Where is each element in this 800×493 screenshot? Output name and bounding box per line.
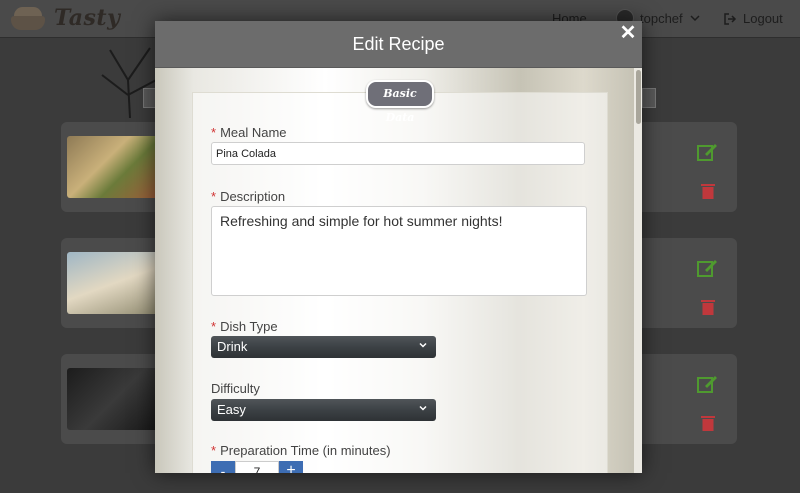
required-marker: * xyxy=(211,189,217,204)
logout-icon xyxy=(724,12,737,25)
prep-time-stepper: - 7 + xyxy=(211,461,303,473)
meal-name-label: * Meal Name xyxy=(211,125,287,140)
recipe-thumbnail xyxy=(67,252,163,314)
edit-icon[interactable] xyxy=(697,258,719,278)
trash-icon[interactable] xyxy=(700,414,716,432)
description-label: * Description xyxy=(211,189,286,204)
pot-icon xyxy=(8,4,48,32)
chevron-down-icon xyxy=(419,342,427,348)
logout-link[interactable]: Logout xyxy=(724,11,783,26)
required-marker: * xyxy=(211,443,217,458)
trash-icon[interactable] xyxy=(700,298,716,316)
user-name: topchef xyxy=(640,10,683,26)
decrement-button[interactable]: - xyxy=(211,461,235,473)
chevron-down-icon xyxy=(419,405,427,411)
modal-title: Edit Recipe xyxy=(352,34,445,54)
prep-time-label: * Preparation Time (in minutes) xyxy=(211,443,391,458)
dish-type-value: Drink xyxy=(217,339,248,354)
scrollbar-thumb[interactable] xyxy=(636,70,641,124)
modal-header: Edit Recipe ✕ xyxy=(155,21,642,68)
edit-icon[interactable] xyxy=(697,142,719,162)
edit-recipe-modal: Edit Recipe ✕ Basic Data * Meal Name Pina… xyxy=(155,21,642,473)
difficulty-label: Difficulty xyxy=(211,381,260,396)
search-box-right-edge xyxy=(642,88,656,108)
section-badge: Basic Data xyxy=(366,80,434,124)
modal-scrollbar[interactable] xyxy=(634,68,642,473)
logout-label: Logout xyxy=(743,11,783,26)
difficulty-value: Easy xyxy=(217,402,246,417)
required-marker: * xyxy=(211,319,217,334)
recipe-thumbnail xyxy=(67,136,163,198)
chevron-down-icon xyxy=(690,15,700,22)
brand-logo[interactable]: Tasty xyxy=(8,2,120,34)
dish-type-select[interactable]: Drink xyxy=(211,336,436,358)
recipe-thumbnail xyxy=(67,368,163,430)
prep-time-input[interactable]: 7 xyxy=(235,461,279,473)
close-icon[interactable]: ✕ xyxy=(618,23,638,43)
meal-name-input[interactable]: Pina Colada xyxy=(211,142,585,165)
trash-icon[interactable] xyxy=(700,182,716,200)
increment-button[interactable]: + xyxy=(279,461,303,473)
edit-icon[interactable] xyxy=(697,374,719,394)
dish-type-label: * Dish Type xyxy=(211,319,278,334)
brand-name: Tasty xyxy=(54,5,121,31)
modal-body[interactable]: Basic Data * Meal Name Pina Colada * Descr… xyxy=(155,68,642,473)
difficulty-select[interactable]: Easy xyxy=(211,399,436,421)
description-textarea[interactable]: Refreshing and simple for hot summer nig… xyxy=(211,206,587,296)
required-marker: * xyxy=(211,125,217,140)
